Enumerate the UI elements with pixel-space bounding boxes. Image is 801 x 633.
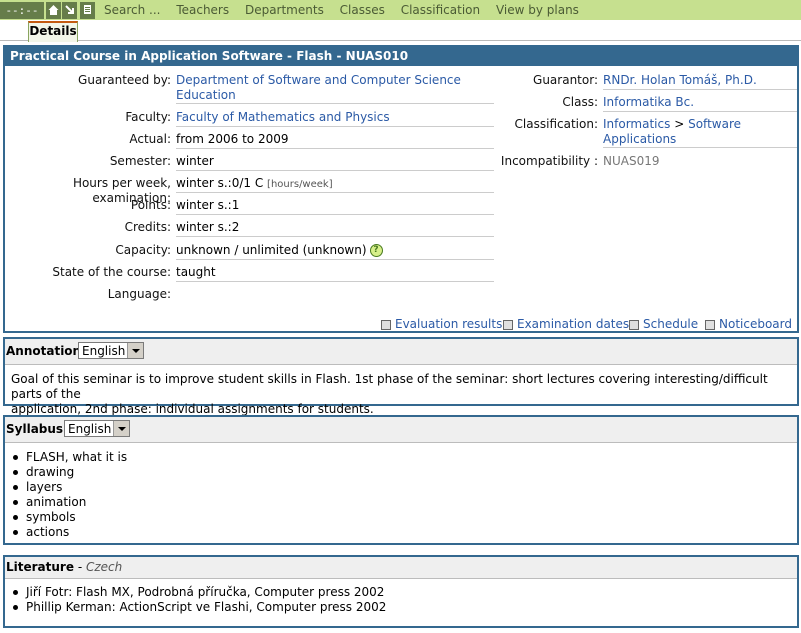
annotation-section: Annotation - English Goal of this semina…: [3, 337, 799, 416]
link-guarantor[interactable]: RNDr. Holan Tomáš, Ph.D.: [603, 73, 757, 87]
syllabus-heading: Syllabus: [6, 422, 64, 436]
literature-header: Literature - Czech: [5, 557, 797, 579]
label-class: Class:: [562, 95, 598, 109]
list-item: symbols: [5, 510, 797, 525]
chevron-down-icon: [113, 421, 129, 436]
label-faculty: Faculty:: [125, 110, 171, 124]
literature-separator: -: [74, 560, 86, 574]
top-bar: --:-- Search ... Teachers Departments Cl…: [0, 0, 801, 20]
evaluation-results-label: Evaluation results: [395, 317, 503, 331]
literature-section: Literature - Czech Jiří Fotr: Flash MX, …: [3, 555, 799, 628]
clock: --:--: [0, 2, 44, 19]
menu-view-by-plans[interactable]: View by plans: [496, 3, 579, 17]
value-class: Informatika Bc.: [603, 95, 797, 112]
label-state: State of the course:: [52, 265, 171, 279]
label-guaranteed-by: Guaranteed by:: [78, 73, 171, 87]
capacity-value: unknown / unlimited (unknown): [176, 243, 367, 257]
label-guarantor: Guarantor:: [533, 73, 598, 87]
value-classification: Informatics > Software Applications: [603, 117, 797, 148]
schedule-label: Schedule: [643, 317, 699, 331]
print-icon[interactable]: [80, 2, 95, 19]
link-department[interactable]: Department of Software and Computer Scie…: [176, 73, 461, 102]
evaluation-results-link[interactable]: Evaluation results: [381, 317, 502, 331]
label-incompatibility: Incompatibility :: [500, 154, 598, 168]
label-language: Language:: [107, 287, 171, 301]
home-icon[interactable]: [46, 2, 61, 19]
syllabus-section: Syllabus - English FLASH, what it is dra…: [3, 415, 799, 545]
label-semester: Semester:: [109, 154, 171, 168]
list-item: actions: [5, 525, 797, 540]
literature-language: Czech: [85, 560, 123, 574]
value-hours-per-week: winter s.:0/1 C [hours/week]: [176, 176, 494, 193]
value-credits: winter s.:2: [176, 220, 494, 237]
label-capacity: Capacity:: [115, 243, 171, 257]
annotation-header: Annotation - English: [5, 339, 797, 365]
syllabus-language-value: English: [68, 422, 112, 436]
hours-unit-note: [hours/week]: [267, 179, 333, 190]
value-guarantor: RNDr. Holan Tomáš, Ph.D.: [603, 73, 797, 90]
course-title: Practical Course in Application Software…: [5, 47, 797, 66]
checkbox-icon: [629, 319, 639, 330]
checkbox-icon: [705, 319, 715, 330]
examination-dates-link[interactable]: Examination dates: [503, 317, 629, 331]
checkbox-icon: [503, 319, 513, 330]
tab-details[interactable]: Details: [28, 21, 78, 42]
list-item: animation: [5, 495, 797, 510]
list-item: FLASH, what it is: [5, 450, 797, 465]
chevron-down-icon: [127, 343, 143, 358]
menu-teachers[interactable]: Teachers: [176, 3, 229, 17]
menu-search[interactable]: Search ...: [104, 3, 160, 17]
link-classification-software[interactable]: Software: [688, 117, 741, 131]
link-classification-applications[interactable]: Applications: [603, 132, 676, 146]
link-classification-informatics[interactable]: Informatics: [603, 117, 670, 131]
help-icon[interactable]: ?: [369, 244, 383, 257]
value-points: winter s.:1: [176, 198, 494, 215]
noticeboard-label: Noticeboard: [719, 317, 792, 331]
noticeboard-link[interactable]: Noticeboard: [705, 317, 792, 331]
value-semester: winter: [176, 154, 494, 171]
syllabus-header: Syllabus - English: [5, 417, 797, 443]
checkbox-icon: [381, 319, 391, 330]
annotation-line-1: Goal of this seminar is to improve stude…: [11, 372, 768, 401]
link-class[interactable]: Informatika Bc.: [603, 95, 694, 109]
value-language: [176, 287, 494, 303]
list-item: drawing: [5, 465, 797, 480]
menu-departments[interactable]: Departments: [245, 3, 324, 17]
label-points: Points:: [130, 198, 171, 212]
annotation-language-value: English: [82, 344, 126, 358]
value-incompatibility: NUAS019: [603, 154, 660, 168]
literature-list: Jiří Fotr: Flash MX, Podrobná příručka, …: [5, 579, 797, 615]
annotation-text: Goal of this seminar is to improve stude…: [5, 365, 797, 417]
value-capacity: unknown / unlimited (unknown)?: [176, 243, 494, 260]
arrow-down-right-icon[interactable]: [62, 2, 77, 19]
list-item: Phillip Kerman: ActionScript ve Flashi, …: [5, 600, 797, 615]
annotation-language-select[interactable]: English: [78, 342, 144, 359]
label-credits: Credits:: [124, 220, 171, 234]
tab-row: [0, 20, 801, 41]
link-faculty[interactable]: Faculty of Mathematics and Physics: [176, 110, 390, 124]
syllabus-list: FLASH, what it is drawing layers animati…: [5, 443, 797, 540]
list-item: layers: [5, 480, 797, 495]
value-state: taught: [176, 265, 494, 282]
schedule-link[interactable]: Schedule: [629, 317, 698, 331]
literature-heading: Literature: [6, 560, 74, 574]
main-menu: Search ... Teachers Departments Classes …: [104, 0, 591, 20]
value-actual: from 2006 to 2009: [176, 132, 494, 149]
examination-dates-label: Examination dates: [517, 317, 630, 331]
value-guaranteed-by: Department of Software and Computer Scie…: [176, 73, 494, 104]
label-actual: Actual:: [129, 132, 171, 146]
label-classification: Classification:: [514, 117, 598, 131]
hours-value: winter s.:0/1 C: [176, 176, 264, 190]
menu-classes[interactable]: Classes: [340, 3, 385, 17]
classification-separator: >: [674, 117, 685, 131]
value-faculty: Faculty of Mathematics and Physics: [176, 110, 494, 127]
annotation-heading: Annotation: [6, 344, 82, 358]
menu-classification[interactable]: Classification: [401, 3, 480, 17]
syllabus-language-select[interactable]: English: [64, 420, 130, 437]
list-item: Jiří Fotr: Flash MX, Podrobná příručka, …: [5, 585, 797, 600]
